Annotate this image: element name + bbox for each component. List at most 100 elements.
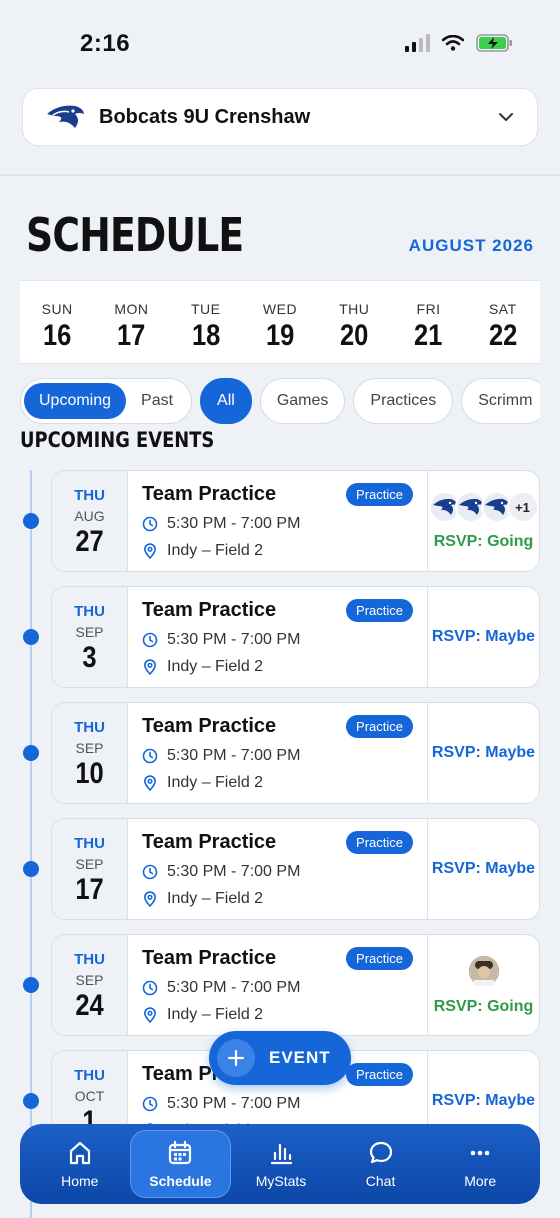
- week-day-date: 18: [191, 319, 220, 352]
- timeline-dot: [23, 629, 39, 645]
- page-title: SCHEDULE: [26, 208, 244, 262]
- rsvp-area[interactable]: RSVP: Maybe: [428, 587, 539, 687]
- nav-item-chat[interactable]: Chat: [331, 1130, 431, 1198]
- week-day-fri[interactable]: FRI 21: [391, 281, 465, 363]
- event-time-row: 5:30 PM - 7:00 PM: [142, 863, 427, 881]
- rsvp-area[interactable]: +1 RSVP: Going: [428, 471, 539, 571]
- section-title: UPCOMING EVENTS: [20, 428, 215, 452]
- event-dow: THU: [74, 835, 105, 852]
- event-item: THU SEP 3 Team Practice Practice 5:30 PM - 7:…: [0, 586, 560, 688]
- nav-item-schedule[interactable]: Schedule: [129, 1130, 232, 1198]
- event-dow: THU: [74, 951, 105, 968]
- week-day-sat[interactable]: SAT 22: [466, 281, 540, 363]
- event-type-badge: Practice: [346, 483, 413, 506]
- week-day-wed[interactable]: WED 19: [243, 281, 317, 363]
- filter-chip-all[interactable]: All: [200, 378, 252, 424]
- tab-upcoming[interactable]: Upcoming: [24, 383, 127, 419]
- nav-label: Schedule: [149, 1173, 212, 1189]
- event-date: THU SEP 10: [52, 703, 128, 803]
- event-type-badge: Practice: [346, 715, 413, 738]
- location-pin-icon: [142, 775, 167, 791]
- filter-chip-practices[interactable]: Practices: [353, 378, 454, 424]
- attendee-avatars: +1: [428, 491, 539, 523]
- battery-charging-icon: [476, 34, 512, 52]
- home-icon: [66, 1139, 94, 1167]
- nav-label: Chat: [365, 1173, 396, 1189]
- week-day-mon[interactable]: MON 17: [94, 281, 168, 363]
- event-card[interactable]: THU SEP 24 Team Practice Practice 5:30 PM - 7…: [51, 934, 540, 1036]
- filter-chip-scrimm[interactable]: Scrimm: [461, 378, 540, 424]
- nav-item-mystats[interactable]: MyStats: [231, 1130, 331, 1198]
- timeline-dot: [23, 1093, 39, 1109]
- rsvp-area[interactable]: RSVP: Maybe: [428, 819, 539, 919]
- week-day-date: 21: [414, 319, 443, 352]
- event-month: SEP: [75, 624, 104, 640]
- event-location: Indy – Field 2: [167, 542, 264, 559]
- attendee-avatars: [466, 954, 501, 988]
- week-day-name: SAT: [488, 301, 517, 317]
- rsvp-area[interactable]: RSVP: Maybe: [428, 703, 539, 803]
- week-day-thu[interactable]: THU 20: [317, 281, 391, 363]
- event-type-badge: Practice: [346, 599, 413, 622]
- chevron-down-icon: [499, 113, 513, 121]
- event-time-row: 5:30 PM - 7:00 PM: [142, 747, 427, 765]
- event-month: SEP: [75, 740, 104, 756]
- event-time-row: 5:30 PM - 7:00 PM: [142, 979, 427, 997]
- event-time-row: 5:30 PM - 7:00 PM: [142, 515, 427, 533]
- month-label[interactable]: AUGUST 2026: [409, 236, 534, 256]
- event-time-row: 5:30 PM - 7:00 PM: [142, 631, 427, 649]
- event-info: Team PracticePractice5:30 PM - 7:00 PMIn…: [128, 703, 428, 803]
- filter-chip-games[interactable]: Games: [259, 378, 346, 424]
- event-month: AUG: [74, 508, 105, 524]
- week-day-name: TUE: [190, 301, 221, 317]
- event-card[interactable]: THU AUG 27 Team Practice Practice 5:30 PM - 7…: [51, 470, 540, 572]
- week-day-name: SUN: [41, 301, 73, 317]
- event-date: THU SEP 24: [52, 935, 128, 1035]
- rsvp-status[interactable]: RSVP: Maybe: [432, 628, 535, 646]
- event-location-row: Indy – Field 2: [142, 658, 427, 676]
- add-event-button[interactable]: EVENT: [209, 1031, 351, 1085]
- tab-past[interactable]: Past: [126, 383, 188, 419]
- event-card[interactable]: THU SEP 10 Team Practice Practice 5:30 PM - 7…: [51, 702, 540, 804]
- event-item: THU AUG 27 Team Practice Practice 5:30 PM - 7…: [0, 470, 560, 572]
- bobcats-logo-icon: [47, 105, 84, 128]
- week-day-date: 19: [265, 319, 295, 352]
- event-time: 5:30 PM - 7:00 PM: [167, 515, 301, 532]
- rsvp-status[interactable]: RSVP: Going: [434, 533, 534, 551]
- event-item: THU SEP 10 Team Practice Practice 5:30 PM - 7…: [0, 702, 560, 804]
- header-divider: [0, 174, 560, 176]
- week-day-date: 22: [488, 319, 518, 352]
- rsvp-status[interactable]: RSVP: Maybe: [432, 860, 535, 878]
- event-time: 5:30 PM - 7:00 PM: [167, 863, 301, 880]
- rsvp-area[interactable]: RSVP: Going: [428, 935, 539, 1035]
- event-month: OCT: [74, 1088, 105, 1104]
- event-day: 10: [75, 757, 104, 790]
- event-dow: THU: [74, 603, 105, 620]
- timeline-dot: [23, 861, 39, 877]
- status-icons: [405, 34, 514, 52]
- rsvp-status[interactable]: RSVP: Maybe: [432, 1092, 535, 1110]
- nav-item-more[interactable]: More: [430, 1130, 530, 1198]
- more-attendees-badge: +1: [506, 491, 539, 523]
- event-time: 5:30 PM - 7:00 PM: [167, 979, 301, 996]
- team-name: Bobcats 9U Crenshaw: [99, 105, 311, 128]
- nav-item-home[interactable]: Home: [30, 1130, 130, 1198]
- bar-chart-icon: [267, 1139, 295, 1167]
- event-info: Team PracticePractice5:30 PM - 7:00 PMIn…: [128, 819, 428, 919]
- event-day: 17: [75, 873, 104, 906]
- clock-icon: [142, 748, 167, 764]
- event-card[interactable]: THU SEP 17 Team Practice Practice 5:30 PM - 7…: [51, 818, 540, 920]
- location-pin-icon: [142, 543, 167, 559]
- clock-icon: [142, 864, 167, 880]
- event-info: Team PracticePractice5:30 PM - 7:00 PMIn…: [128, 587, 428, 687]
- rsvp-status[interactable]: RSVP: Maybe: [432, 744, 535, 762]
- event-card[interactable]: THU SEP 3 Team Practice Practice 5:30 PM - 7:…: [51, 586, 540, 688]
- rsvp-status[interactable]: RSVP: Going: [434, 998, 534, 1016]
- event-info: Team PracticePractice5:30 PM - 7:00 PMIn…: [128, 471, 428, 571]
- week-day-tue[interactable]: TUE 18: [169, 281, 243, 363]
- team-selector[interactable]: Bobcats 9U Crenshaw: [22, 88, 538, 146]
- week-day-sun[interactable]: SUN 16: [20, 281, 94, 363]
- event-time-row: 5:30 PM - 7:00 PM: [142, 1095, 427, 1113]
- event-location-row: Indy – Field 2: [142, 542, 427, 560]
- location-pin-icon: [142, 659, 167, 675]
